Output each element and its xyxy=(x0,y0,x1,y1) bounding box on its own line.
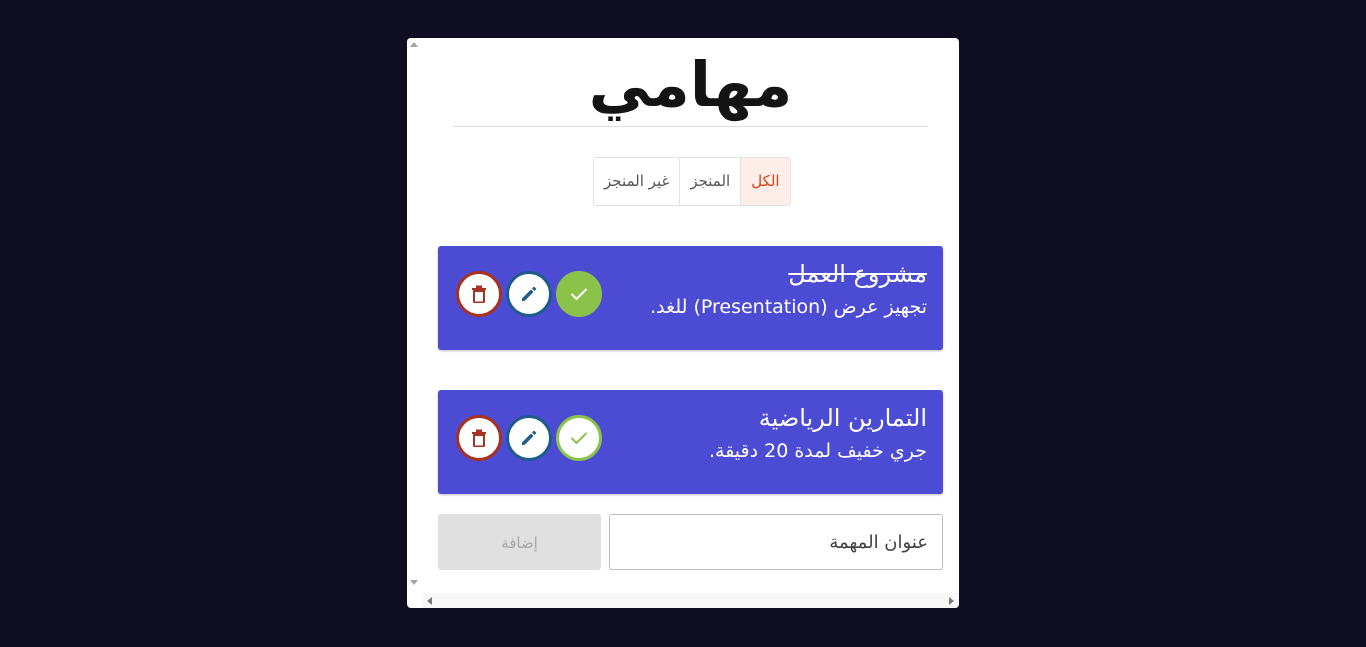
task-title: التمارين الرياضية xyxy=(758,404,927,432)
filter-all-button[interactable]: الكل xyxy=(740,158,790,205)
vertical-scrollbar[interactable] xyxy=(407,38,422,593)
title-divider xyxy=(453,126,928,127)
edit-icon xyxy=(522,430,537,445)
delete-icon xyxy=(472,429,486,447)
edit-button[interactable] xyxy=(506,271,552,317)
task-actions xyxy=(456,271,602,317)
task-description: تجهيز عرض (Presentation) للغد. xyxy=(650,296,927,318)
todo-card: مهامي غير المنجز المنجز الكل مشروع العمل… xyxy=(407,38,959,608)
add-task-button[interactable]: إضافة xyxy=(438,514,601,570)
task-card: التمارين الرياضية جري خفيف لمدة 20 دقيقة… xyxy=(438,390,943,494)
filter-group: غير المنجز المنجز الكل xyxy=(593,157,791,206)
scroll-right-arrow-icon[interactable] xyxy=(949,597,954,605)
horizontal-scrollbar[interactable] xyxy=(422,593,959,608)
check-icon xyxy=(570,288,588,301)
task-title-input[interactable] xyxy=(609,514,943,570)
complete-button[interactable] xyxy=(556,271,602,317)
filter-done-button[interactable]: المنجز xyxy=(679,158,741,205)
task-description: جري خفيف لمدة 20 دقيقة. xyxy=(708,440,927,462)
scroll-down-arrow-icon[interactable] xyxy=(410,580,418,585)
check-icon xyxy=(570,432,588,445)
scroll-left-arrow-icon[interactable] xyxy=(427,597,432,605)
delete-button[interactable] xyxy=(456,271,502,317)
delete-button[interactable] xyxy=(456,415,502,461)
filter-not-done-button[interactable]: غير المنجز xyxy=(594,158,680,205)
edit-icon xyxy=(522,286,537,301)
page-title: مهامي xyxy=(588,48,793,121)
task-actions xyxy=(456,415,602,461)
complete-button[interactable] xyxy=(556,415,602,461)
delete-icon xyxy=(472,285,486,303)
scroll-up-arrow-icon[interactable] xyxy=(410,42,418,47)
task-card: مشروع العمل تجهيز عرض (Presentation) للغ… xyxy=(438,246,943,350)
task-title: مشروع العمل xyxy=(788,260,927,288)
edit-button[interactable] xyxy=(506,415,552,461)
